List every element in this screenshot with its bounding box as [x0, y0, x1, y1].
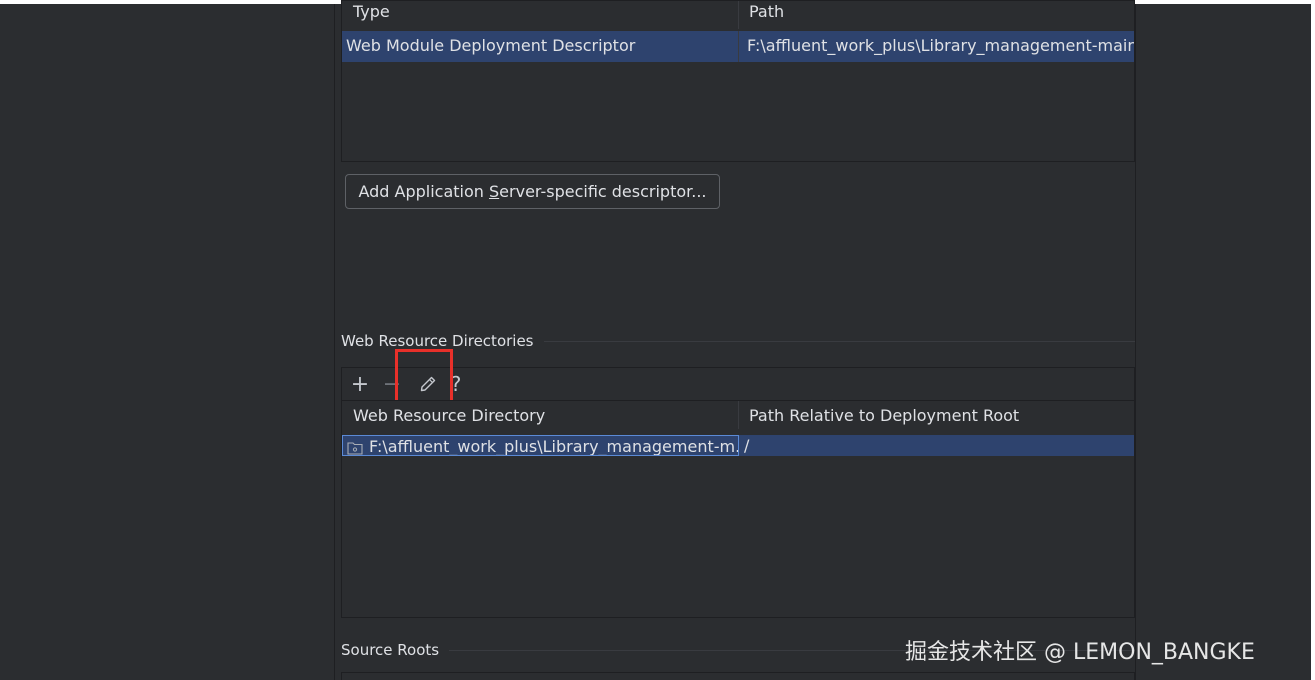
- add-server-descriptor-button[interactable]: Add Application Server-specific descript…: [345, 174, 720, 209]
- column-header-type[interactable]: Type: [342, 1, 739, 29]
- descriptor-path-cell: F:\affluent_work_plus\Library_management…: [747, 36, 1134, 55]
- settings-sidebar: [0, 4, 335, 680]
- button-label-suffix: erver-specific descriptor...: [499, 182, 707, 201]
- web-resource-table: Web Resource Directory Path Relative to …: [341, 400, 1135, 618]
- relative-path-cell: /: [744, 436, 750, 455]
- column-header-relative-path[interactable]: Path Relative to Deployment Root: [739, 401, 1134, 429]
- add-icon[interactable]: +: [344, 368, 376, 400]
- right-empty-area: [1135, 4, 1311, 680]
- directory-cell: F:\affluent_work_plus\Library_management…: [342, 435, 739, 456]
- watermark-text: 掘金技术社区 @ LEMON_BANGKE: [905, 640, 1255, 665]
- edit-button-highlight: [395, 349, 453, 403]
- divider: [543, 340, 1135, 342]
- descriptor-type-cell: Web Module Deployment Descriptor: [342, 31, 739, 62]
- table-header: Type Path: [342, 1, 1134, 29]
- button-label-mnemonic: S: [489, 182, 500, 201]
- folder-icon: [347, 441, 363, 455]
- column-header-path[interactable]: Path: [739, 1, 1134, 29]
- source-roots-table: [341, 672, 1135, 680]
- web-resource-toolbar: + − ?: [341, 367, 1135, 400]
- deployment-descriptors-table: Type Path Web Module Deployment Descript…: [341, 0, 1135, 162]
- button-label-prefix: Add Application: [358, 182, 490, 201]
- web-resource-section-header: Web Resource Directories: [341, 332, 1135, 350]
- source-roots-section-title: Source Roots: [341, 641, 440, 659]
- ide-settings-window: Type Path Web Module Deployment Descript…: [0, 0, 1311, 680]
- column-header-directory[interactable]: Web Resource Directory: [342, 401, 739, 429]
- directory-path: F:\affluent_work_plus\Library_management…: [369, 437, 739, 456]
- web-resource-section-title: Web Resource Directories: [341, 332, 534, 350]
- table-row[interactable]: Web Module Deployment Descriptor F:\affl…: [342, 31, 1134, 62]
- table-header: Web Resource Directory Path Relative to …: [342, 401, 1134, 429]
- table-row[interactable]: F:\affluent_work_plus\Library_management…: [342, 435, 1134, 456]
